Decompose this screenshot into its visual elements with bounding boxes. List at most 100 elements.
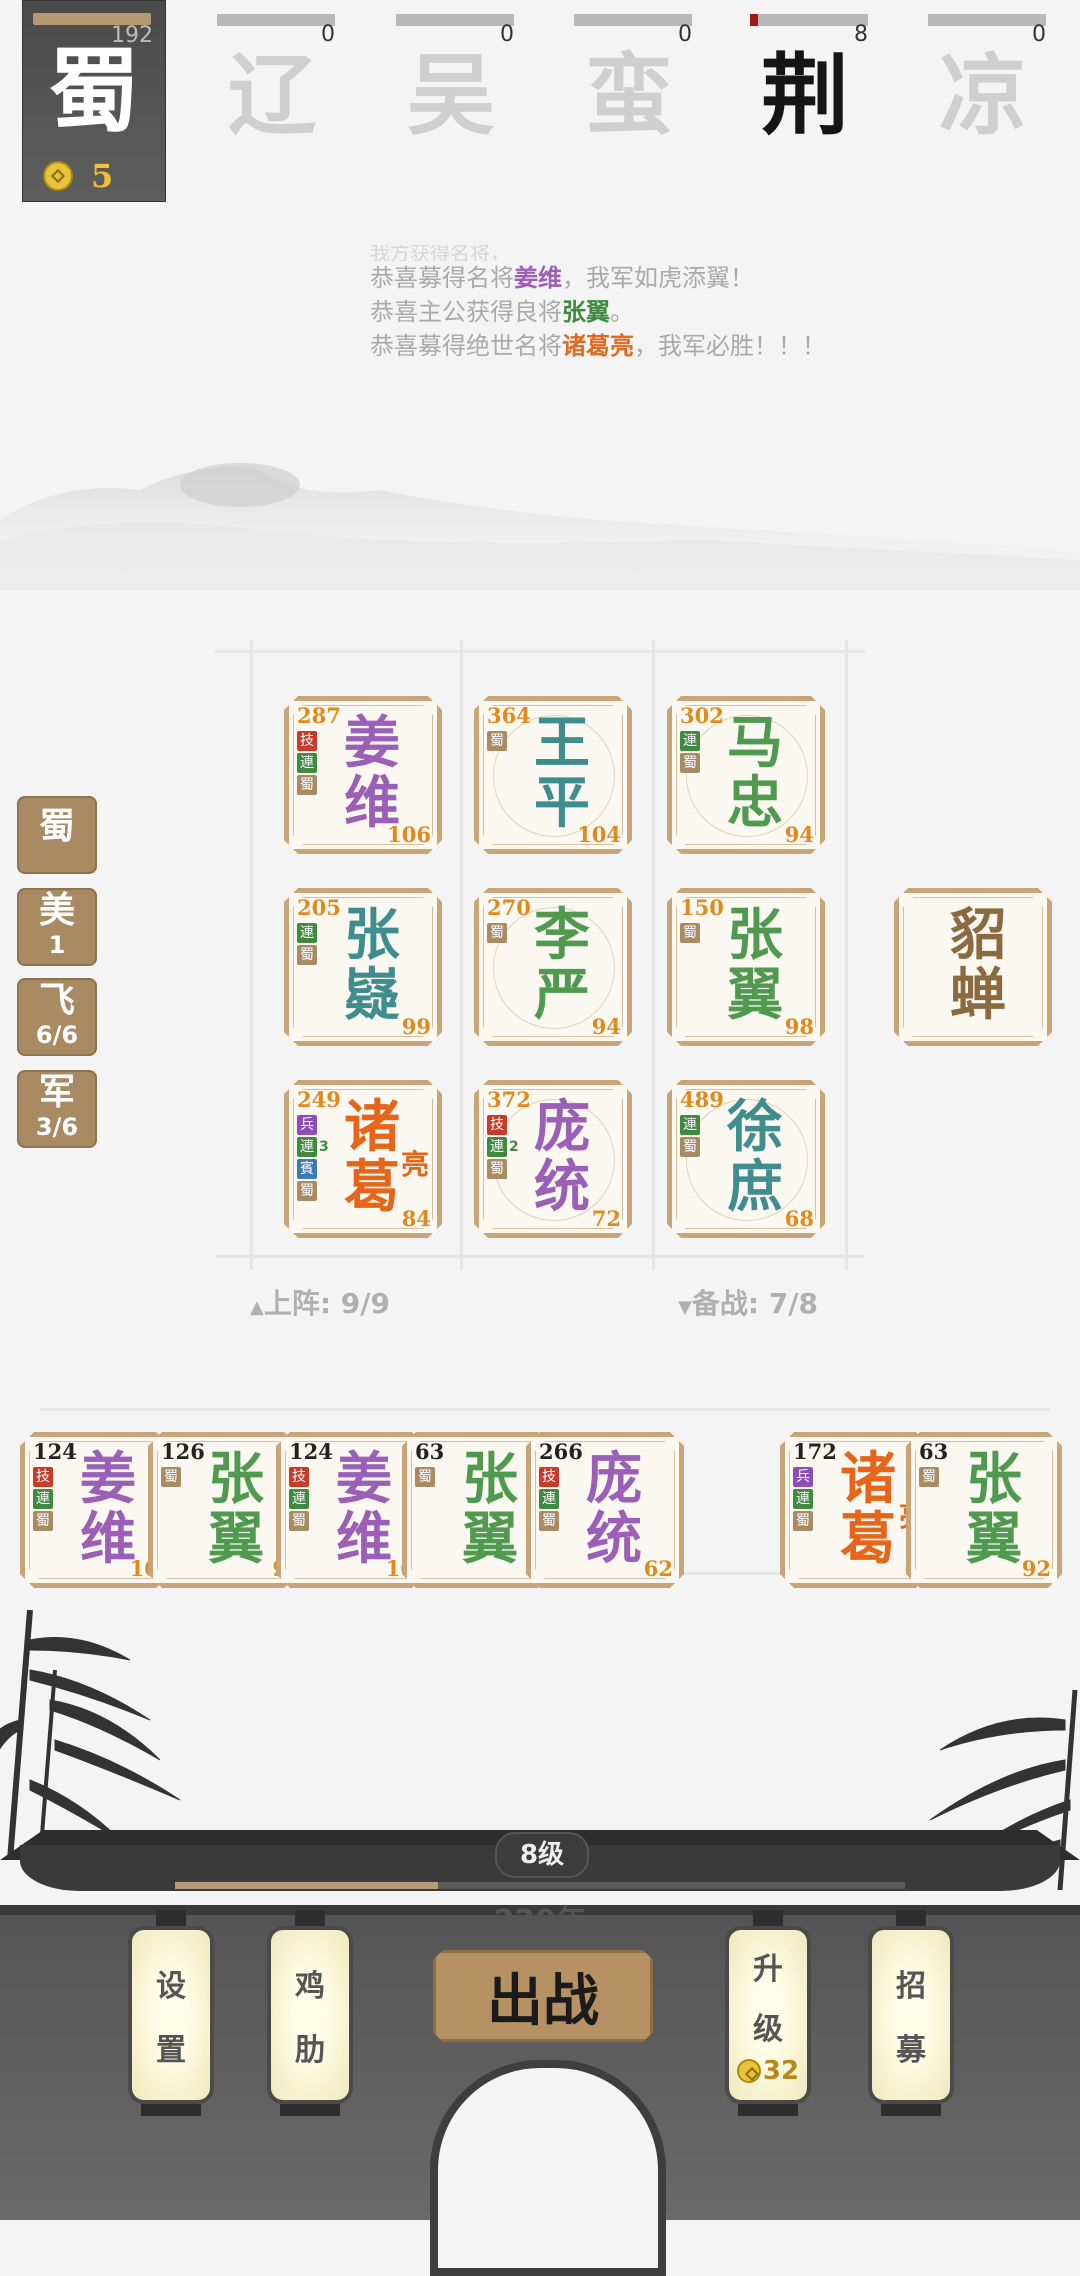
- gold-amount: 5: [91, 157, 114, 195]
- bench-tile-zhang-yi[interactable]: 126 蜀 张翼 9: [148, 1432, 298, 1588]
- button-label-char: 置: [156, 2033, 186, 2068]
- upgrade-lantern[interactable]: 升 级 32: [725, 1910, 811, 2116]
- skill-badge: 技: [539, 1467, 559, 1487]
- hero-badges: 技 連2 蜀: [487, 1115, 519, 1179]
- hero-power: 302: [680, 703, 724, 728]
- link-badge: 連: [539, 1489, 559, 1509]
- lantern-cap: [881, 2104, 941, 2116]
- hero-name-char: 马: [727, 710, 783, 776]
- hero-tile-wang-ping[interactable]: 364 蜀 王平 104: [474, 696, 632, 854]
- faction-liang[interactable]: 0 凉: [908, 0, 1058, 160]
- hero-name: 姜维: [329, 1449, 399, 1569]
- side-tag-value: 6/6: [35, 1021, 79, 1049]
- gate-arch: [430, 2060, 666, 2276]
- hero-badges: 兵 連3 賓 蜀: [297, 1115, 329, 1201]
- faction-score: 0: [321, 22, 335, 47]
- coin-icon: [43, 161, 73, 191]
- hero-tile-jiang-wei[interactable]: 287 技 連 蜀 姜维 106: [284, 696, 442, 854]
- troop-badge: 兵: [297, 1115, 317, 1135]
- hero-power: 63: [415, 1439, 445, 1464]
- faction-badge: 蜀: [680, 753, 700, 773]
- faction-wu[interactable]: 0 吴: [376, 0, 526, 160]
- hero-name-char: 统: [586, 1506, 642, 1572]
- hero-name-char: 翼: [208, 1506, 264, 1572]
- faction-badge: 蜀: [919, 1467, 939, 1487]
- hero-tile-ma-zhong[interactable]: 302 連 蜀 马忠 94: [667, 696, 825, 854]
- faction-badge: 蜀: [415, 1467, 435, 1487]
- hero-name-char: 诸: [344, 1094, 400, 1160]
- hero-name-char: 庞: [586, 1446, 642, 1512]
- hero-tile-diao-chan[interactable]: 貂蝉: [894, 888, 1052, 1046]
- hero-name-char: 蝉: [950, 962, 1006, 1028]
- message-hero-name: 张翼: [562, 298, 610, 326]
- faction-name: 凉: [938, 43, 1027, 147]
- hero-name: 徐庶: [720, 1097, 790, 1217]
- hero-name-char: 统: [534, 1154, 590, 1220]
- hero-tile-zhang-yi[interactable]: 150 蜀 张翼 98: [667, 888, 825, 1046]
- side-tag-value: 1: [48, 931, 66, 959]
- faction-badge: 蜀: [33, 1511, 53, 1531]
- faction-progress-track: [217, 14, 335, 26]
- battle-button[interactable]: 出战: [433, 1950, 653, 2042]
- bench-tile-pang-tong[interactable]: 266 技 連 蜀 庞统 62: [526, 1432, 684, 1588]
- lantern-cord: [295, 1910, 325, 1926]
- button-label-char: 鸡: [295, 1969, 325, 2004]
- hero-level: 84: [401, 1206, 431, 1231]
- hero-power: 287: [297, 703, 341, 728]
- faction-man[interactable]: 0 蛮: [554, 0, 704, 160]
- board-grid-line: [652, 640, 655, 1270]
- hero-badges: 連 蜀: [680, 1115, 700, 1157]
- hero-level: 62: [643, 1556, 673, 1581]
- faction-badge: 蜀: [297, 1181, 317, 1201]
- hero-tile-xu-shu[interactable]: 489 連 蜀 徐庶 68: [667, 1080, 825, 1238]
- faction-liao[interactable]: 0 辽: [197, 0, 347, 160]
- hero-badges: 兵 連 蜀: [793, 1467, 813, 1531]
- side-tag-value: 3/6: [35, 1113, 79, 1141]
- hero-name-char: 维: [80, 1506, 136, 1572]
- chicken-rib-lantern[interactable]: 鸡 肋: [267, 1910, 353, 2116]
- faction-progress-track: [396, 14, 514, 26]
- hero-name: 张翼: [959, 1449, 1029, 1569]
- hero-power: 249: [297, 1087, 341, 1112]
- hero-tile-zhang-ni[interactable]: 205 連 蜀 张嶷 99: [284, 888, 442, 1046]
- recruit-lantern[interactable]: 招 募: [868, 1910, 954, 2116]
- link-badge: 連: [297, 1137, 317, 1157]
- recruit-button[interactable]: 招 募: [868, 1926, 954, 2104]
- link-badge: 連: [297, 923, 317, 943]
- faction-badge: 蜀: [680, 1137, 700, 1157]
- upgrade-button[interactable]: 升 级 32: [725, 1926, 811, 2104]
- lantern-cap: [141, 2104, 201, 2116]
- hero-name-char: 维: [336, 1506, 392, 1572]
- side-tag-shu[interactable]: 蜀: [17, 796, 97, 874]
- hero-tile-zhuge-liang[interactable]: 249 兵 連3 賓 蜀 诸葛 亮 84: [284, 1080, 442, 1238]
- bench-tile-zhang-yi[interactable]: 63 蜀 张翼 92: [906, 1432, 1062, 1588]
- lantern-cap: [280, 2104, 340, 2116]
- hero-name-char: 葛: [344, 1154, 400, 1220]
- hero-tile-pang-tong[interactable]: 372 技 連2 蜀 庞统 72: [474, 1080, 632, 1238]
- faction-jing[interactable]: 8 荆: [730, 0, 880, 160]
- settings-lantern[interactable]: 设 置: [128, 1910, 214, 2116]
- faction-score: 0: [1032, 22, 1046, 47]
- hero-name-char: 忠: [727, 770, 783, 836]
- hero-badges: 連 蜀: [680, 731, 700, 773]
- faction-name: 荆: [760, 43, 849, 147]
- side-tag-jun[interactable]: 军 3/6: [17, 1070, 97, 1148]
- skill-badge: 技: [33, 1467, 53, 1487]
- settings-button[interactable]: 设 置: [128, 1926, 214, 2104]
- city-level: 8级: [495, 1832, 589, 1878]
- side-tag-title: 美: [38, 889, 75, 931]
- link-badge: 連: [33, 1489, 53, 1509]
- link-badge: 連: [680, 731, 700, 751]
- chicken-rib-button[interactable]: 鸡 肋: [267, 1926, 353, 2104]
- upgrade-cost: 32: [736, 2056, 799, 2086]
- hero-tile-li-yan[interactable]: 270 蜀 李严 94: [474, 888, 632, 1046]
- message-log: 我方获得名将， 恭喜募得名将姜维，我军如虎添翼！ 恭喜主公获得良将张翼。 恭喜募…: [370, 245, 826, 363]
- link-badge: 連: [680, 1115, 700, 1135]
- side-tag-mei[interactable]: 美 1: [17, 888, 97, 966]
- hero-level: 104: [577, 822, 621, 847]
- bench-tile-jiang-wei[interactable]: 124 技 連 蜀 姜维 10: [20, 1432, 170, 1588]
- link-badge: 連: [289, 1489, 309, 1509]
- skill-badge: 技: [297, 731, 317, 751]
- hero-badges: 蜀: [161, 1467, 181, 1487]
- side-tag-fei[interactable]: 飞 6/6: [17, 978, 97, 1056]
